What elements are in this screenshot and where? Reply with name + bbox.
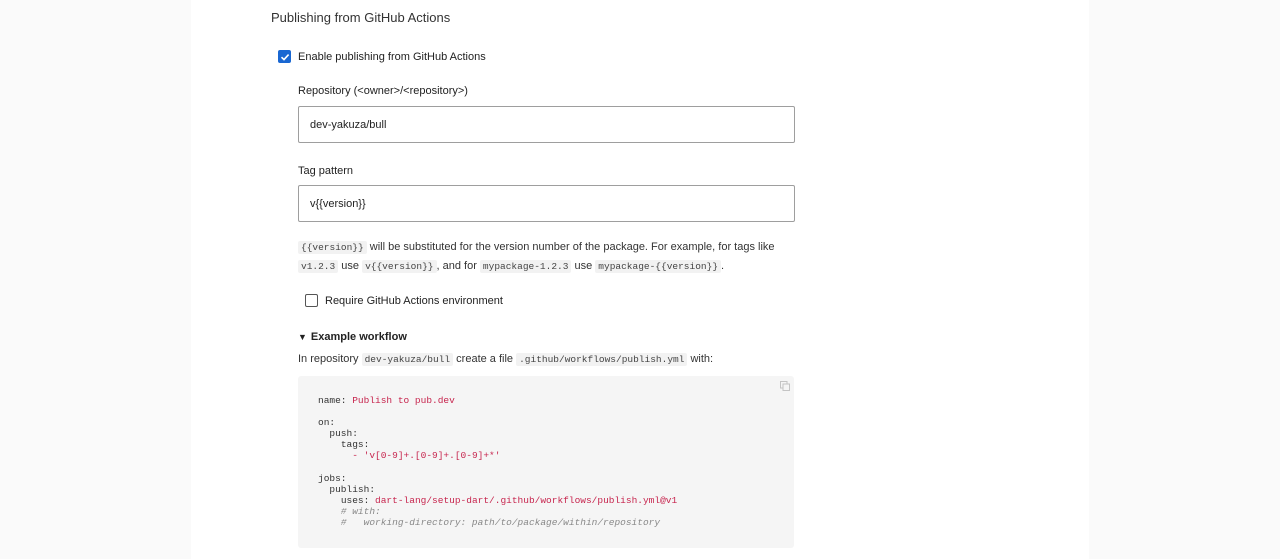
enable-publishing-checkbox[interactable] [278, 50, 291, 63]
enable-publishing-row[interactable]: Enable publishing from GitHub Actions [278, 50, 486, 63]
help-text-4: use [571, 260, 596, 272]
code-uses-key: uses: [340, 494, 370, 506]
intro-mid: create a file [453, 353, 517, 365]
help-code-mypackage-version: mypackage-{{version}} [595, 260, 722, 273]
intro-suffix: with: [687, 353, 714, 365]
code-name-key: name: [318, 395, 347, 406]
code-name-value: Publish to pub.dev [352, 395, 455, 406]
workflow-code-block[interactable]: name: Publish to pub.dev on: push: tags:… [298, 376, 794, 548]
help-code-version: {{version}} [298, 241, 367, 254]
require-environment-label: Require GitHub Actions environment [325, 294, 503, 307]
tag-pattern-input[interactable]: v{{version}} [298, 185, 795, 222]
repository-label: Repository (<owner>/<repository>) [298, 85, 468, 97]
example-intro: In repository dev-yakuza/bull create a f… [298, 350, 798, 369]
code-uses-value: dart-lang/setup-dart/.github/workflows/p… [375, 494, 678, 506]
repository-input[interactable]: dev-yakuza/bull [298, 106, 795, 143]
example-workflow-label: Example workflow [310, 331, 407, 343]
require-environment-row[interactable]: Require GitHub Actions environment [305, 294, 503, 307]
intro-file-code: .github/workflows/publish.yml [516, 353, 688, 366]
require-environment-checkbox[interactable] [305, 294, 318, 307]
triangle-down-icon: ▼ [298, 332, 307, 342]
copy-icon[interactable] [780, 381, 790, 391]
code-tags-key: tags: [340, 439, 370, 451]
enable-publishing-label: Enable publishing from GitHub Actions [298, 50, 486, 63]
help-code-v123: v1.2.3 [298, 260, 339, 273]
help-text-5: . [721, 260, 725, 272]
section-title: Publishing from GitHub Actions [271, 10, 451, 25]
tag-pattern-help: {{version}} will be substituted for the … [298, 238, 798, 276]
code-comment-with: # with: [340, 505, 381, 517]
code-comment-working-directory: # working-directory: path/to/package/wit… [340, 517, 661, 529]
intro-repo-code: dev-yakuza/bull [361, 353, 454, 366]
help-text-1: will be substituted for the version numb… [366, 241, 775, 253]
workflow-code: name: Publish to pub.dev on: push: tags:… [318, 395, 677, 528]
intro-prefix: In repository [298, 353, 362, 365]
code-tags-value: - 'v[0-9]+.[0-9]+.[0-9]+*' [352, 450, 501, 462]
help-text-2: use [338, 260, 363, 272]
help-code-vversion: v{{version}} [362, 260, 437, 273]
code-publish-key: publish: [329, 483, 376, 495]
example-workflow-summary[interactable]: ▼ Example workflow [298, 331, 407, 343]
tag-pattern-label: Tag pattern [298, 165, 354, 177]
help-code-mypackage: mypackage-1.2.3 [479, 260, 572, 273]
code-push-key: push: [329, 428, 358, 440]
help-text-3: , and for [436, 260, 480, 272]
code-jobs-key: jobs: [318, 472, 347, 484]
code-on-key: on: [318, 417, 336, 429]
check-icon [280, 53, 289, 61]
